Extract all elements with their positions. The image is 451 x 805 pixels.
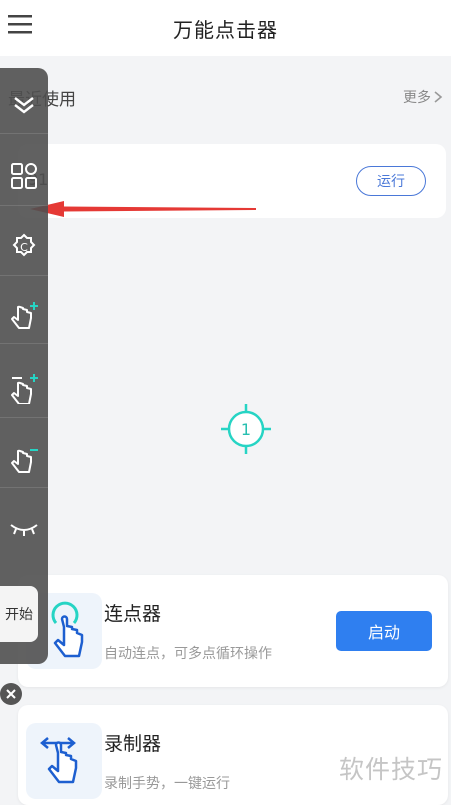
- target-marker[interactable]: 1: [220, 403, 272, 455]
- panel-remove-point-button[interactable]: [0, 428, 48, 488]
- swipe-hand-icon: [40, 737, 78, 784]
- panel-add-swipe-button[interactable]: [0, 358, 48, 418]
- tool-icon-box: [26, 723, 102, 799]
- collapse-icon: [14, 96, 34, 114]
- target-number: 1: [241, 420, 251, 439]
- panel-hide-button[interactable]: [0, 498, 48, 558]
- start-button[interactable]: 启动: [336, 611, 432, 651]
- svg-text:C: C: [20, 241, 28, 254]
- eye-hide-icon: [10, 524, 38, 536]
- refresh-c-icon: C: [12, 233, 36, 256]
- tool-title: 连点器: [104, 603, 162, 625]
- apps-grid-icon: [11, 162, 37, 189]
- add-point-icon: [11, 301, 38, 329]
- tool-title: 录制器: [104, 733, 162, 755]
- remove-point-icon: [11, 448, 38, 473]
- app-header: 万能点击器: [0, 0, 451, 56]
- tool-card-clicker[interactable]: 连点器 自动连点，可多点循环操作 启动: [18, 575, 448, 687]
- red-arrow-annotation: [30, 201, 256, 217]
- hamburger-menu-icon[interactable]: [6, 12, 34, 36]
- close-panel-button[interactable]: [0, 683, 22, 705]
- recent-section-header: 最近使用 更多: [0, 70, 451, 124]
- start-chip-button[interactable]: 开始: [0, 586, 38, 642]
- more-label: 更多: [403, 90, 431, 106]
- panel-add-point-button[interactable]: [0, 284, 48, 344]
- more-link[interactable]: 更多: [403, 87, 443, 107]
- tool-subtitle: 自动连点，可多点循环操作: [104, 646, 272, 662]
- panel-apps-button[interactable]: [0, 146, 48, 206]
- tool-subtitle: 录制手势，一键运行: [104, 776, 230, 792]
- run-button[interactable]: 运行: [356, 166, 426, 196]
- page-title: 万能点击器: [173, 17, 278, 42]
- watermark: 软件技巧: [338, 755, 443, 784]
- panel-collapse-button[interactable]: [0, 74, 48, 134]
- chevron-right-icon: [434, 91, 443, 103]
- panel-config-button[interactable]: C: [0, 216, 48, 276]
- add-swipe-icon: [11, 373, 38, 404]
- floating-control-panel: C: [0, 68, 48, 664]
- close-icon: [6, 689, 16, 699]
